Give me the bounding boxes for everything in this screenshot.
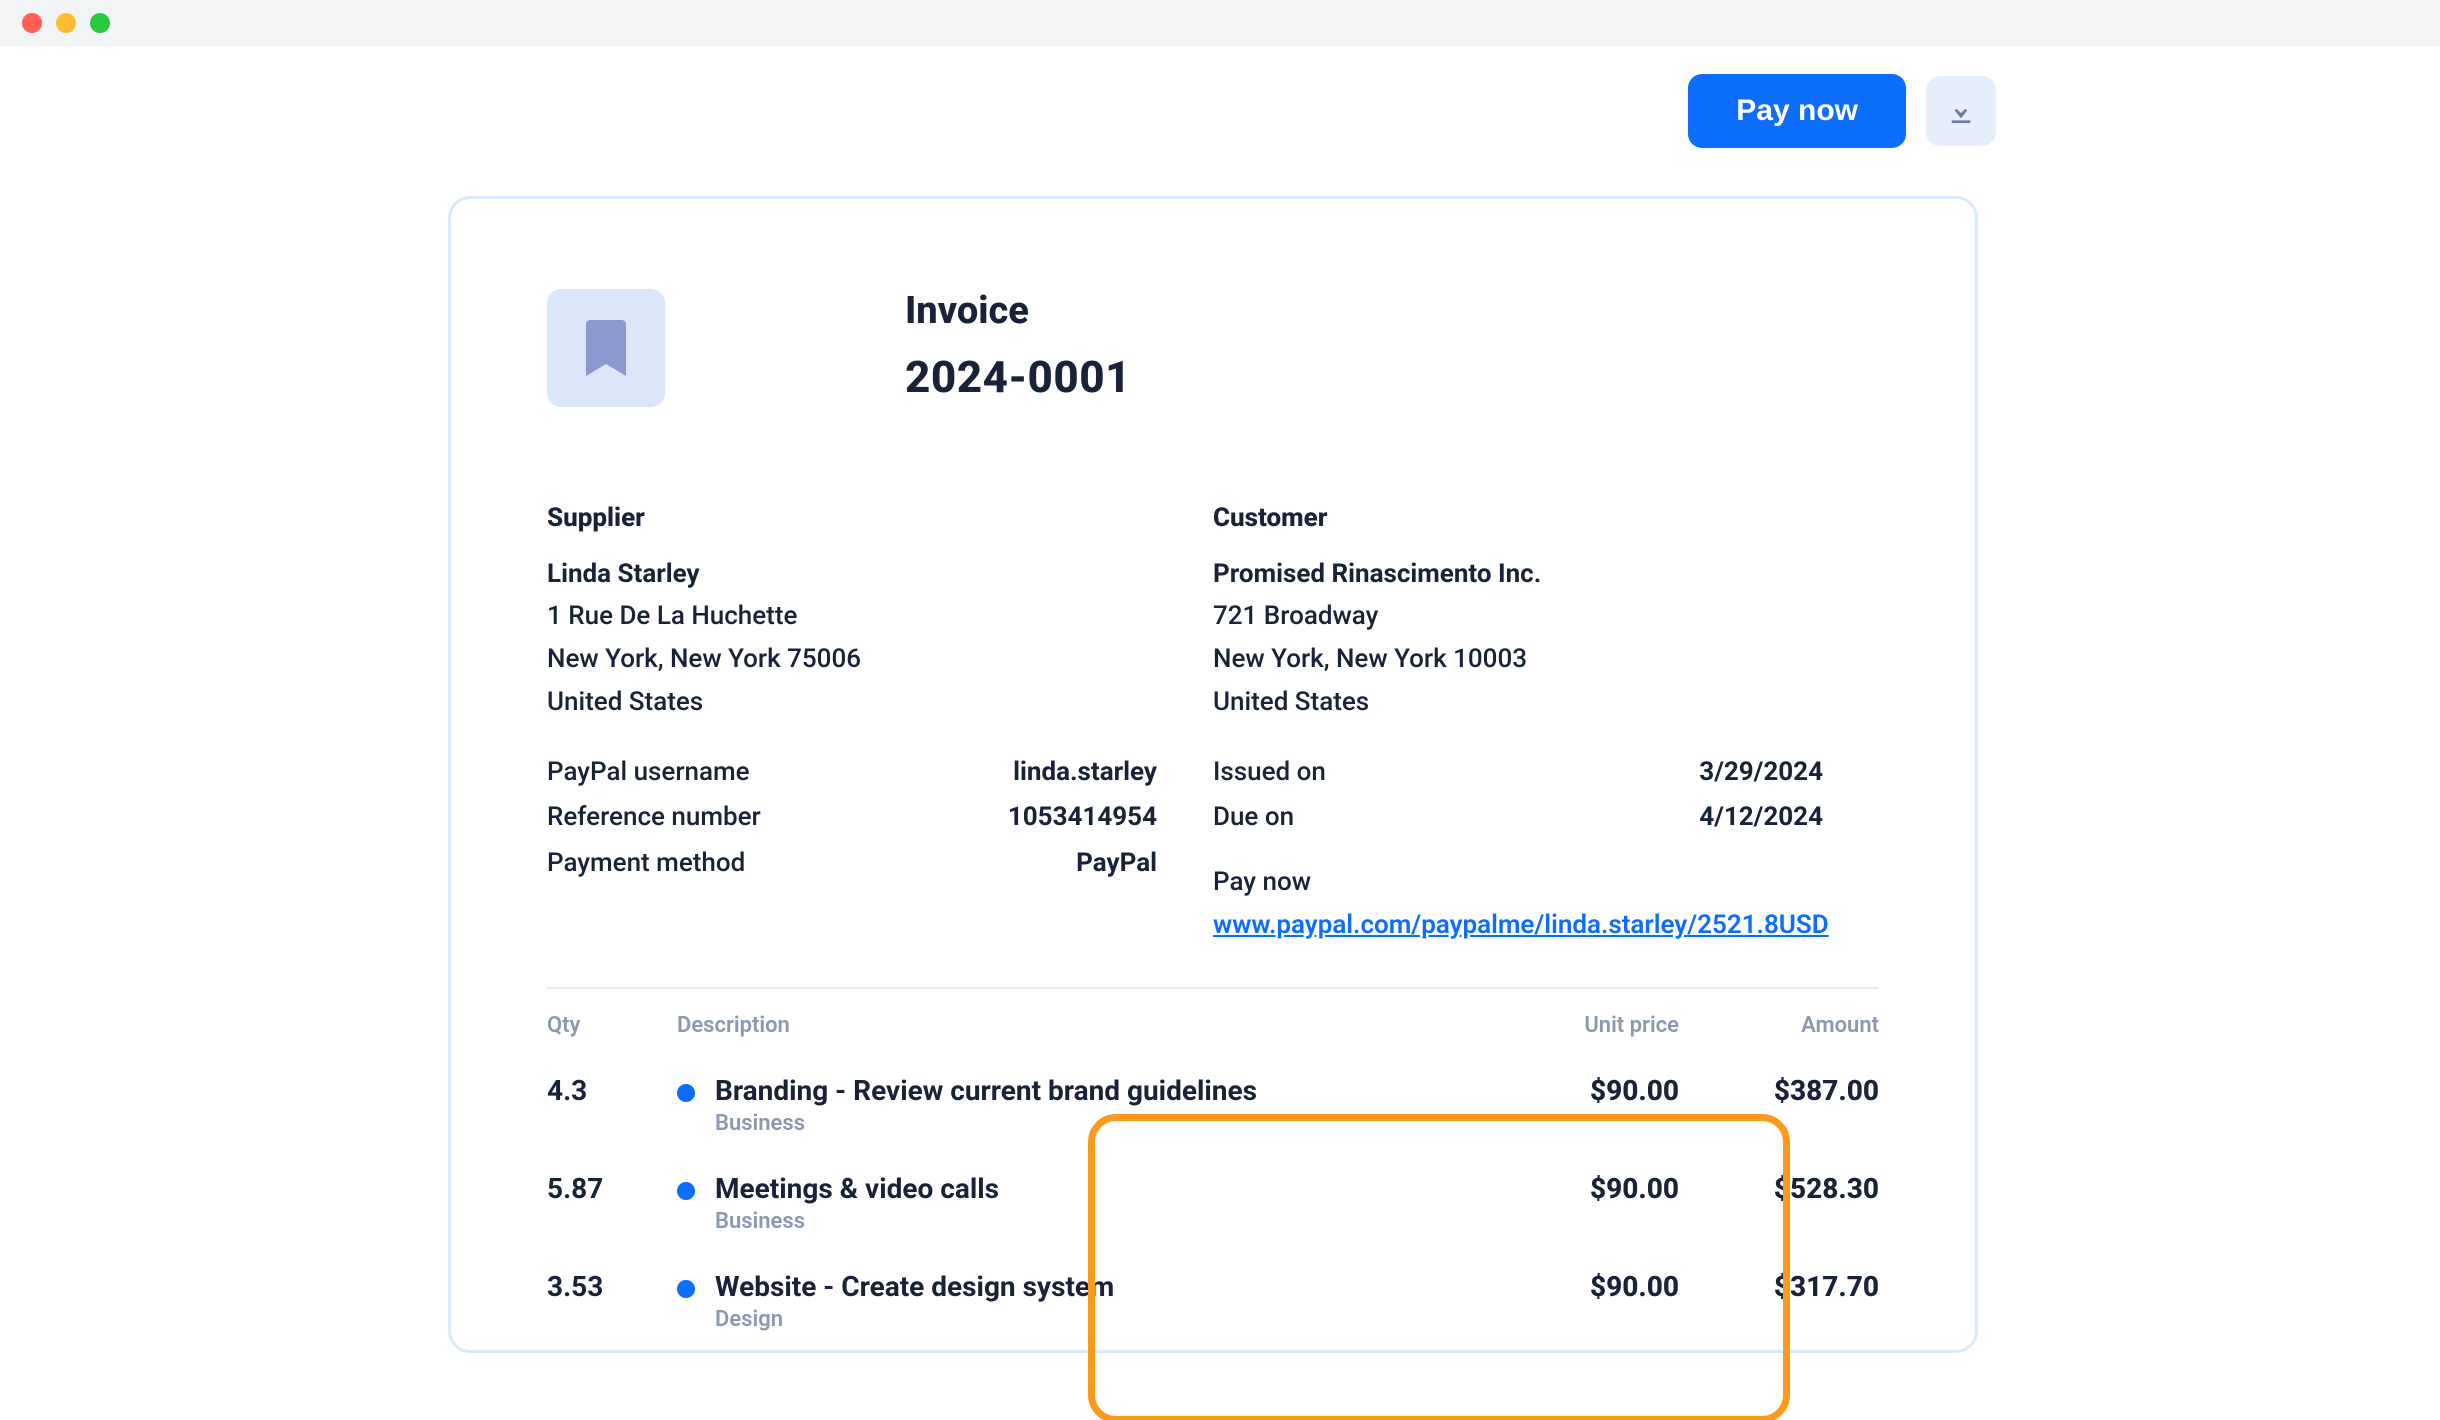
td-amount: $387.00 (1679, 1074, 1879, 1107)
td-desc: Branding - Review current brand guidelin… (677, 1074, 1479, 1136)
window-zoom-button[interactable] (90, 13, 110, 33)
line-items-body: 4.3 Branding - Review current brand guide… (547, 1056, 1879, 1350)
td-unit-price: $90.00 (1479, 1270, 1679, 1303)
line-items-header: Qty Description Unit price Amount (547, 1013, 1879, 1038)
td-desc: Meetings & video calls Business (677, 1172, 1479, 1234)
td-unit-price: $90.00 (1479, 1074, 1679, 1107)
customer-country: United States (1213, 681, 1879, 724)
divider (547, 987, 1879, 989)
th-desc: Description (677, 1013, 1479, 1038)
reference-value: 1053414954 (1008, 795, 1157, 841)
supplier-name: Linda Starley (547, 559, 1213, 589)
customer-address2: New York, New York 10003 (1213, 638, 1879, 681)
td-qty: 3.53 (547, 1270, 677, 1303)
supplier-address2: New York, New York 75006 (547, 638, 1213, 681)
bookmark-icon (582, 320, 630, 376)
reference-label: Reference number (547, 795, 761, 841)
td-amount: $528.30 (1679, 1172, 1879, 1205)
paynow-inline-label: Pay now (1213, 867, 1879, 897)
customer-fields: Issued on 3/29/2024 Due on 4/12/2024 (1213, 750, 1879, 841)
line-category: Business (715, 1209, 999, 1234)
payment-method-label: Payment method (547, 841, 745, 887)
supplier-heading: Supplier (547, 503, 1213, 533)
paypal-user-label: PayPal username (547, 750, 750, 796)
td-amount: $317.70 (1679, 1270, 1879, 1303)
supplier-logo (547, 289, 665, 407)
table-row: 3.53 Website - Create design system Design… (547, 1252, 1879, 1350)
invoice-card: Invoice 2024-0001 Supplier Linda Starley… (448, 196, 1978, 1353)
window-titlebar (0, 0, 2440, 46)
download-icon (1945, 95, 1977, 127)
payment-method-value: PayPal (1076, 841, 1157, 887)
customer-block: Customer Promised Rinascimento Inc. 721 … (1213, 503, 1879, 945)
category-dot-icon (677, 1182, 695, 1200)
th-qty: Qty (547, 1013, 677, 1038)
table-row: 4.3 Branding - Review current brand guide… (547, 1056, 1879, 1154)
supplier-fields: PayPal username linda.starley Reference … (547, 750, 1213, 887)
line-title: Website - Create design system (715, 1270, 1114, 1303)
download-button[interactable] (1926, 76, 1996, 146)
supplier-block: Supplier Linda Starley 1 Rue De La Huche… (547, 503, 1213, 945)
td-desc: Website - Create design system Design (677, 1270, 1479, 1332)
invoice-header: Invoice 2024-0001 (547, 289, 1879, 407)
supplier-address1: 1 Rue De La Huchette (547, 595, 1213, 638)
line-category: Design (715, 1307, 1114, 1332)
td-unit-price: $90.00 (1479, 1172, 1679, 1205)
customer-heading: Customer (1213, 503, 1879, 533)
invoice-label: Invoice (905, 289, 1879, 333)
supplier-country: United States (547, 681, 1213, 724)
line-title: Meetings & video calls (715, 1172, 999, 1205)
due-value: 4/12/2024 (1699, 795, 1823, 841)
window-close-button[interactable] (22, 13, 42, 33)
invoice-number: 2024-0001 (905, 351, 1879, 403)
paynow-link[interactable]: www.paypal.com/paypalme/linda.starley/25… (1213, 905, 1829, 945)
due-label: Due on (1213, 795, 1294, 841)
category-dot-icon (677, 1084, 695, 1102)
line-title: Branding - Review current brand guidelin… (715, 1074, 1257, 1107)
paypal-user-value: linda.starley (1013, 750, 1157, 796)
pay-now-button[interactable]: Pay now (1688, 74, 1906, 148)
action-bar: Pay now (1688, 74, 1996, 148)
th-unit: Unit price (1479, 1013, 1679, 1038)
td-qty: 4.3 (547, 1074, 677, 1107)
line-category: Business (715, 1111, 1257, 1136)
td-qty: 5.87 (547, 1172, 677, 1205)
category-dot-icon (677, 1280, 695, 1298)
table-row: 5.87 Meetings & video calls Business $90.00… (547, 1154, 1879, 1252)
customer-address1: 721 Broadway (1213, 595, 1879, 638)
issued-value: 3/29/2024 (1699, 750, 1823, 796)
th-amount: Amount (1679, 1013, 1879, 1038)
customer-name: Promised Rinascimento Inc. (1213, 559, 1879, 589)
window-minimize-button[interactable] (56, 13, 76, 33)
issued-label: Issued on (1213, 750, 1326, 796)
